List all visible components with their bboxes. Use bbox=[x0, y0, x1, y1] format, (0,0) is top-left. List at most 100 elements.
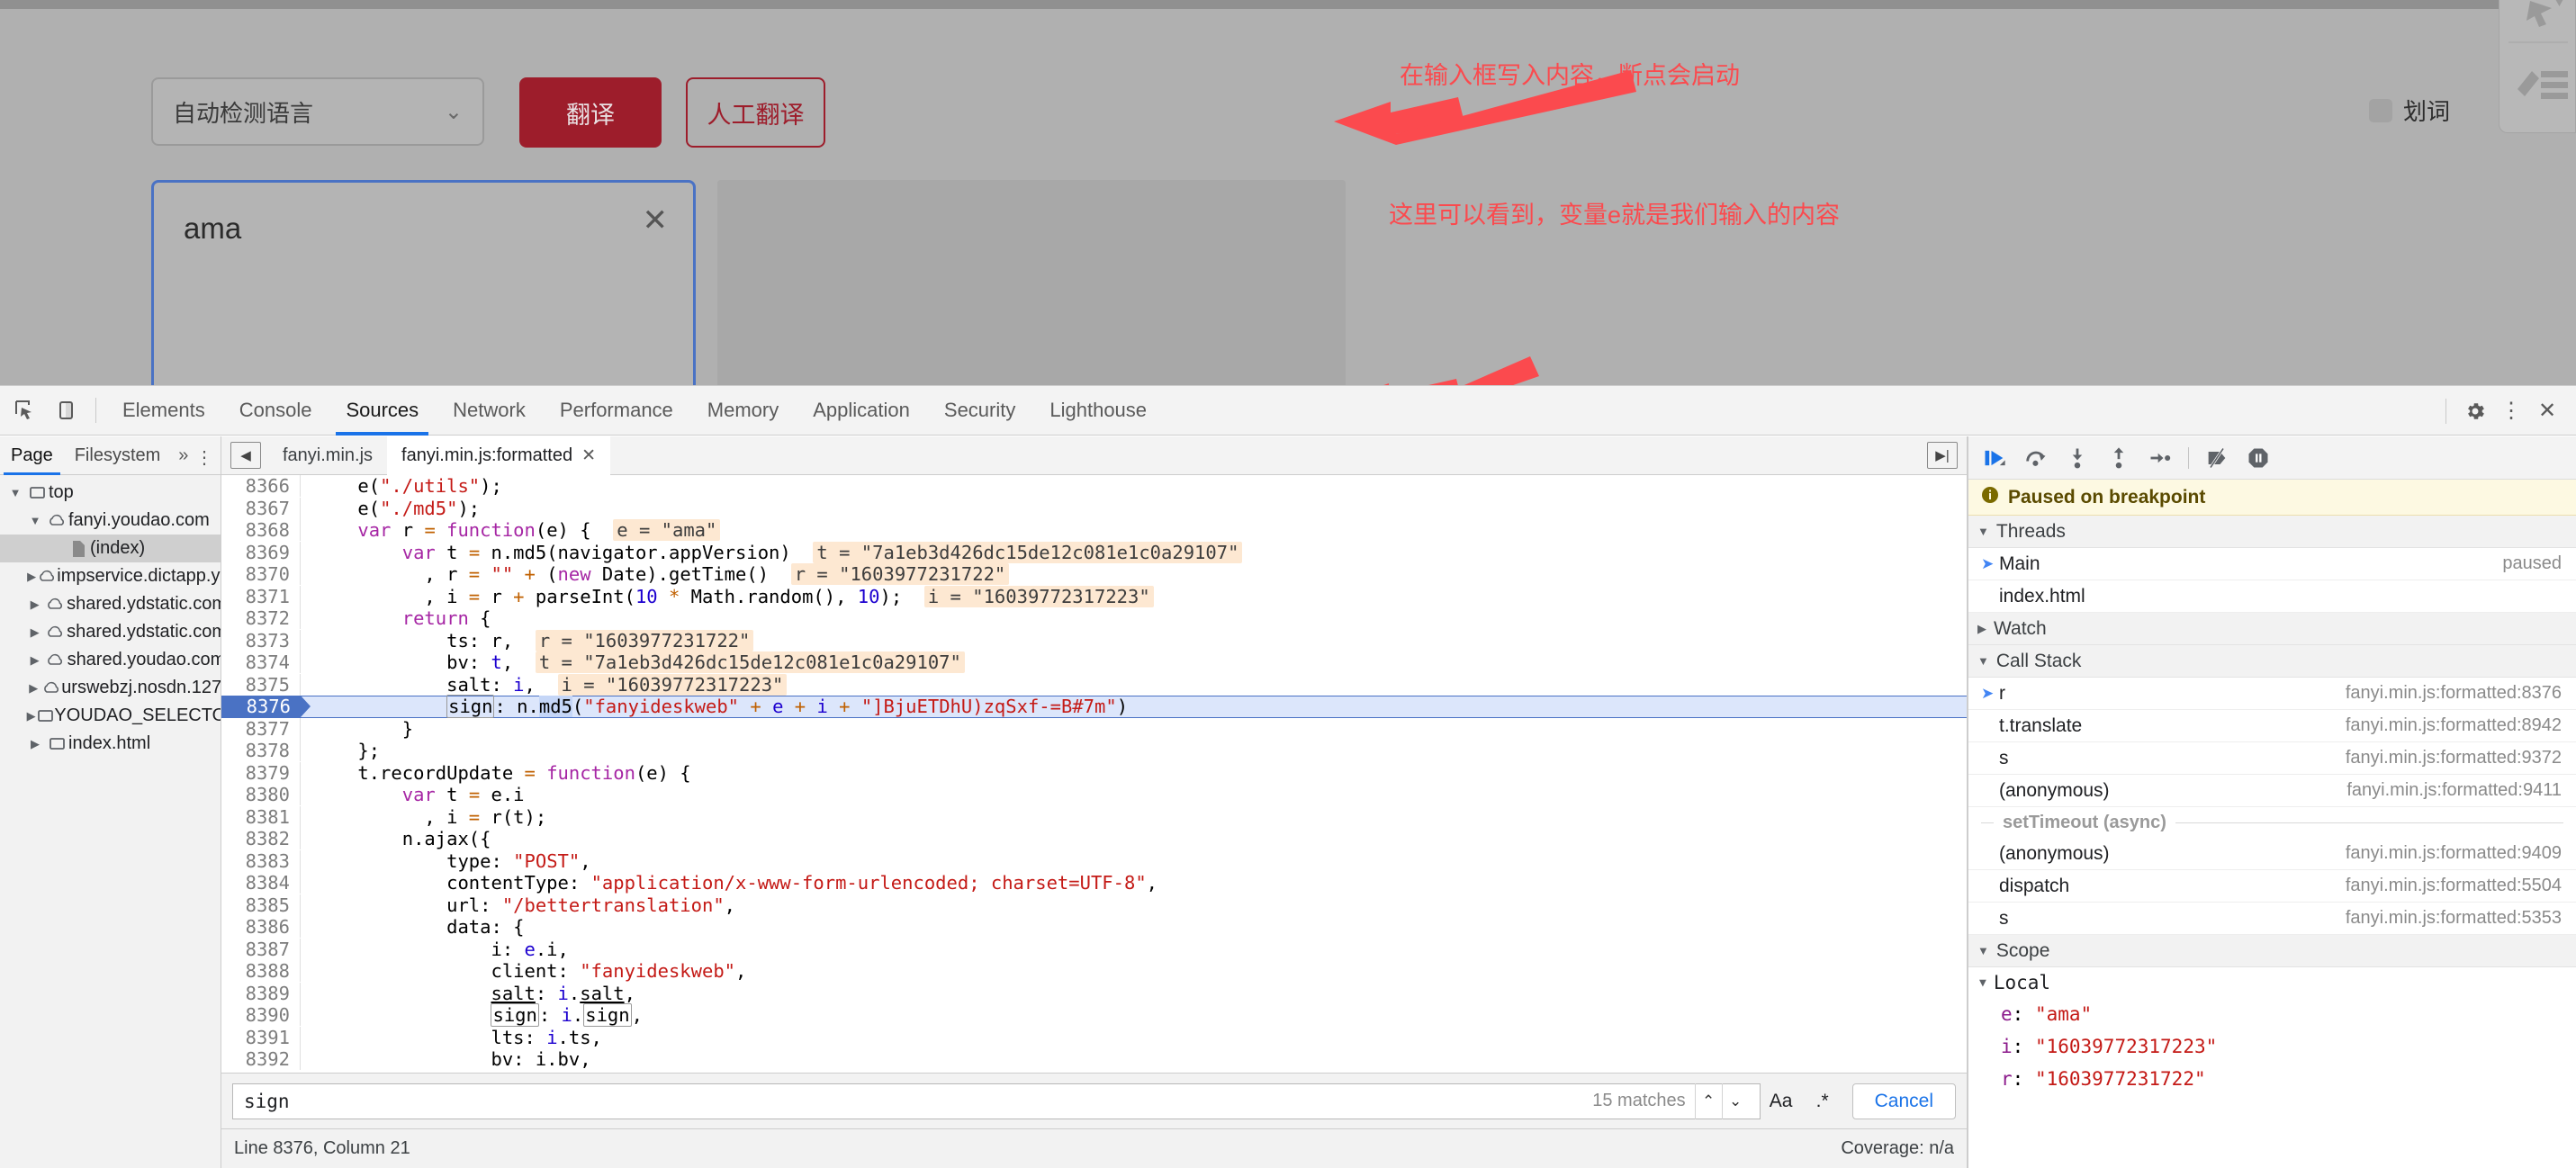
call-stack-frame-translate[interactable]: t.translate fanyi.min.js:formatted:8942 bbox=[1968, 710, 2576, 742]
line-number[interactable]: 8376 bbox=[221, 696, 301, 717]
tab-lighthouse[interactable]: Lighthouse bbox=[1032, 386, 1164, 436]
twisty-icon[interactable]: ▼ bbox=[5, 486, 25, 499]
twisty-icon[interactable]: ▶ bbox=[25, 597, 44, 612]
tab-performance[interactable]: Performance bbox=[543, 386, 690, 436]
match-case-toggle[interactable]: Aa bbox=[1761, 1091, 1802, 1112]
tree-item-urswebzj[interactable]: ▶ urswebzj.nosdn.127.net bbox=[0, 674, 221, 702]
line-number[interactable]: 8386 bbox=[221, 916, 301, 938]
line-number[interactable]: 8375 bbox=[221, 674, 301, 696]
line-number[interactable]: 8383 bbox=[221, 850, 301, 872]
line-number[interactable]: 8371 bbox=[221, 586, 301, 607]
code-line[interactable]: 8376 sign: n.md5("fanyideskweb" + e + i … bbox=[221, 696, 1967, 718]
code-line[interactable]: 8382 n.ajax({ bbox=[221, 828, 1967, 850]
line-number[interactable]: 8387 bbox=[221, 939, 301, 960]
code-line[interactable]: 8375 salt: i, i = "16039772317223" bbox=[221, 674, 1967, 696]
scope-variable-i[interactable]: i: "16039772317223" bbox=[1968, 1030, 2576, 1063]
step-over-icon[interactable] bbox=[2017, 439, 2055, 477]
navigator-tab-filesystem[interactable]: Filesystem bbox=[64, 436, 172, 475]
twisty-icon[interactable]: ▼ bbox=[25, 514, 45, 527]
show-navigator-icon[interactable]: ◀ bbox=[230, 442, 261, 469]
kebab-menu-icon[interactable]: ⋮ bbox=[2495, 395, 2527, 427]
code-line[interactable]: 8381 , i = r(t); bbox=[221, 806, 1967, 829]
tree-item-fanyi-youdao[interactable]: ▼ fanyi.youdao.com bbox=[0, 507, 221, 535]
tree-item-shared-youdao[interactable]: ▶ shared.youdao.com bbox=[0, 646, 221, 674]
tab-console[interactable]: Console bbox=[222, 386, 329, 436]
code-line[interactable]: 8372 return { bbox=[221, 607, 1967, 630]
line-number[interactable]: 8390 bbox=[221, 1004, 301, 1026]
twisty-icon[interactable]: ▶ bbox=[25, 625, 44, 640]
watch-section-header[interactable]: ▶ Watch bbox=[1968, 613, 2576, 645]
line-number[interactable]: 8392 bbox=[221, 1048, 301, 1070]
call-stack-section-header[interactable]: ▼ Call Stack bbox=[1968, 645, 2576, 678]
tree-item-shared-ydstatic-2[interactable]: ▶ shared.ydstatic.com bbox=[0, 618, 221, 646]
cancel-search-button[interactable]: Cancel bbox=[1852, 1083, 1956, 1119]
line-number[interactable]: 8382 bbox=[221, 828, 301, 849]
tab-memory[interactable]: Memory bbox=[690, 386, 796, 436]
tab-network[interactable]: Network bbox=[436, 386, 543, 436]
tree-item-index-html[interactable]: ▶ index.html bbox=[0, 730, 221, 758]
twisty-icon[interactable]: ▶ bbox=[25, 681, 41, 696]
code-line[interactable]: 8387 i: e.i, bbox=[221, 939, 1967, 961]
language-select[interactable]: 自动检测语言 ⌄ bbox=[151, 77, 484, 146]
navigator-kebab-icon[interactable]: ⋮ bbox=[195, 446, 213, 469]
pause-on-exceptions-icon[interactable] bbox=[2239, 439, 2277, 477]
line-number[interactable]: 8373 bbox=[221, 630, 301, 651]
swipe-translate-toggle[interactable]: 划词 bbox=[2369, 94, 2450, 127]
code-line[interactable]: 8368 var r = function(e) { e = "ama" bbox=[221, 519, 1967, 542]
tree-item-impservice[interactable]: ▶ impservice.dictapp.youdao.com bbox=[0, 562, 221, 590]
threads-section-header[interactable]: ▼ Threads bbox=[1968, 516, 2576, 548]
call-stack-frame-anonymous-9409[interactable]: (anonymous) fanyi.min.js:formatted:9409 bbox=[1968, 838, 2576, 870]
code-line[interactable]: 8383 type: "POST", bbox=[221, 850, 1967, 873]
search-prev-icon[interactable]: ⌃ bbox=[1695, 1083, 1722, 1119]
code-line[interactable]: 8386 data: { bbox=[221, 916, 1967, 939]
code-line[interactable]: 8392 bv: i.bv, bbox=[221, 1048, 1967, 1071]
side-toolbar-widget[interactable] bbox=[2499, 0, 2576, 133]
step-out-icon[interactable] bbox=[2100, 439, 2138, 477]
code-line[interactable]: 8378 }; bbox=[221, 740, 1967, 762]
step-icon[interactable] bbox=[2141, 439, 2179, 477]
code-line[interactable]: 8377 } bbox=[221, 718, 1967, 741]
twisty-icon[interactable]: ▶ bbox=[25, 653, 44, 668]
line-number[interactable]: 8388 bbox=[221, 960, 301, 982]
tree-item-youdao-selector-iframe[interactable]: ▶ YOUDAO_SELECTOR_IFRAME ( bbox=[0, 702, 221, 730]
checkbox-icon[interactable] bbox=[2369, 99, 2392, 122]
source-code-editor[interactable]: 8366 e("./utils");8367 e("./md5");8368 v… bbox=[221, 475, 1967, 1073]
tree-item-index[interactable]: (index) bbox=[0, 535, 221, 562]
scope-variable-r[interactable]: r: "1603977231722" bbox=[1968, 1063, 2576, 1095]
call-stack-frame-r[interactable]: ➤ r fanyi.min.js:formatted:8376 bbox=[1968, 678, 2576, 710]
show-debugger-icon[interactable]: ▶| bbox=[1927, 442, 1958, 469]
close-icon[interactable]: ✕ bbox=[643, 205, 669, 236]
deactivate-breakpoints-icon[interactable] bbox=[2198, 439, 2236, 477]
search-next-icon[interactable]: ⌄ bbox=[1722, 1083, 1749, 1119]
tab-application[interactable]: Application bbox=[796, 386, 927, 436]
line-number[interactable]: 8369 bbox=[221, 542, 301, 563]
line-number[interactable]: 8385 bbox=[221, 894, 301, 916]
code-line[interactable]: 8388 client: "fanyideskweb", bbox=[221, 960, 1967, 983]
inspect-element-icon[interactable] bbox=[5, 391, 43, 429]
thread-row-index-html[interactable]: index.html bbox=[1968, 580, 2576, 613]
call-stack-frame-s[interactable]: s fanyi.min.js:formatted:9372 bbox=[1968, 742, 2576, 775]
tab-sources[interactable]: Sources bbox=[329, 386, 436, 436]
close-icon[interactable]: ✕ bbox=[581, 445, 596, 466]
translate-button[interactable]: 翻译 bbox=[519, 77, 662, 148]
twisty-icon[interactable]: ▶ bbox=[25, 737, 45, 751]
thread-row-main[interactable]: ➤ Main paused bbox=[1968, 548, 2576, 580]
human-translate-button[interactable]: 人工翻译 bbox=[686, 77, 825, 148]
scope-section-header[interactable]: ▼ Scope bbox=[1968, 935, 2576, 967]
scope-local-group[interactable]: ▼ Local bbox=[1968, 967, 2576, 998]
line-number[interactable]: 8384 bbox=[221, 872, 301, 894]
code-line[interactable]: 8379 t.recordUpdate = function(e) { bbox=[221, 762, 1967, 785]
close-devtools-icon[interactable]: ✕ bbox=[2531, 395, 2563, 427]
line-number[interactable]: 8379 bbox=[221, 762, 301, 784]
line-number[interactable]: 8368 bbox=[221, 519, 301, 541]
call-stack-frame-s-5353[interactable]: s fanyi.min.js:formatted:5353 bbox=[1968, 903, 2576, 935]
resume-script-icon[interactable] bbox=[1976, 439, 2013, 477]
line-number[interactable]: 8378 bbox=[221, 740, 301, 761]
line-number[interactable]: 8381 bbox=[221, 806, 301, 828]
tree-item-shared-ydstatic-1[interactable]: ▶ shared.ydstatic.com bbox=[0, 590, 221, 618]
line-number[interactable]: 8389 bbox=[221, 983, 301, 1004]
code-line[interactable]: 8385 url: "/bettertranslation", bbox=[221, 894, 1967, 917]
search-field[interactable]: sign 15 matches ⌃ ⌄ bbox=[232, 1083, 1761, 1119]
line-number[interactable]: 8370 bbox=[221, 563, 301, 585]
code-line[interactable]: 8370 , r = "" + (new Date).getTime() r =… bbox=[221, 563, 1967, 586]
